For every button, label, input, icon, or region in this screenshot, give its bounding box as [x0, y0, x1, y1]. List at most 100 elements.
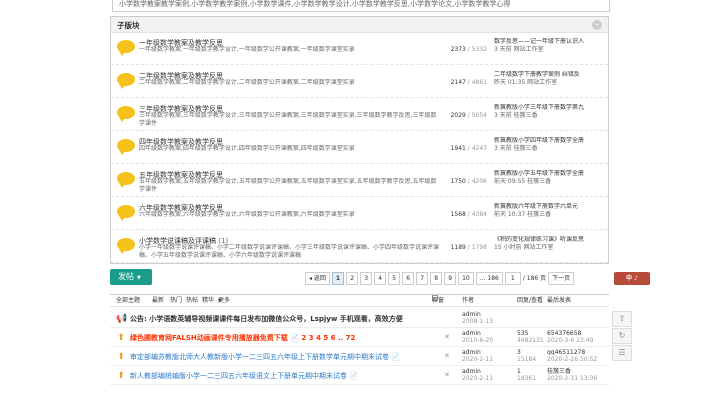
pagination: ◂ 返回 1 2 3 4 5 6 7 8 9 10... 186 1/ 186 页下一页 — [305, 272, 575, 286]
menu-icon[interactable]: ☰ — [612, 345, 632, 361]
post-date: 2008-1-13 — [462, 318, 494, 325]
filter-more-label: 更多 — [218, 297, 231, 304]
forum-last-post: 数学反思——记一年级下册认识人 3 天前 网站工作室 — [494, 38, 606, 54]
thread-row[interactable]: ⬆ 绿色圃教育网FALSH动画课件专用播放器免费下载 📄 2 3 4 5 6 ..… — [110, 329, 609, 347]
forum-stats: 1189 / 1798 — [447, 244, 487, 251]
filter-latest[interactable]: 最新 — [152, 295, 164, 307]
last-post-user[interactable]: 桂簇三香 — [514, 145, 538, 152]
close-icon[interactable]: ✕ — [444, 333, 450, 341]
page-link[interactable]: ... 186 — [475, 272, 503, 285]
filter-more[interactable]: 更多 ▾ — [218, 295, 230, 307]
forum-last-post: 《积的变化规律练习课》听课反思 15 小时前 网站工作室 — [494, 236, 606, 252]
filter-hottest[interactable]: 热帖 — [186, 295, 198, 307]
last-post-meta: 前天 09:55 桂簇三香 — [494, 178, 606, 186]
page-link[interactable]: 5 — [388, 272, 401, 285]
forum-threads: 1189 — [450, 244, 466, 251]
close-icon[interactable]: ✕ — [444, 352, 450, 360]
post-date: 2010-6-20 — [462, 337, 494, 344]
forum-description: 三年级数学教案,三年级数学教学设计,三年级数学公开课教案,三年级数学课堂实录,三… — [139, 112, 437, 127]
forum-bubble-icon — [117, 73, 135, 89]
last-post-user[interactable]: 桂簇三香 — [527, 178, 551, 185]
view-count: 15184 — [517, 356, 537, 363]
last-poster[interactable]: 桂簇三香 — [547, 368, 597, 375]
last-post-title[interactable]: 新冀教版小学三年级下册数学第九 — [494, 104, 606, 112]
last-post-time: 3 天前 — [494, 145, 512, 152]
forum-description: 六年级数学教案,六年级数学教学设计,六年级数学公开课教案,六年级数学课堂实录 — [139, 211, 355, 218]
next-page-button[interactable]: 下一页 — [548, 272, 575, 285]
last-post-user[interactable]: 网站工作室 — [523, 244, 553, 251]
author-name[interactable]: admin — [462, 349, 493, 356]
page-link[interactable]: 2 — [346, 272, 359, 285]
forum-posts: 1798 — [471, 244, 487, 251]
thread-title[interactable]: 新人教部编统编版小学一二三四五六年级语文上下册单元期中期末试卷 📄 — [130, 371, 358, 381]
last-post-title[interactable]: 新冀教版小学五年级下册数学全册 — [494, 170, 606, 178]
last-post-user[interactable]: 网站工作室 — [514, 46, 544, 53]
last-post-user[interactable]: 桂簇三香 — [514, 112, 538, 119]
forum-threads: 1941 — [450, 145, 466, 152]
forum-threads: 1750 — [450, 178, 466, 185]
page-link[interactable]: 3 — [360, 272, 373, 285]
forum-stats: 1568 / 4384 — [447, 211, 487, 218]
last-post-date[interactable]: 2020-2-11 13:36 — [547, 375, 597, 382]
col-author[interactable]: 作者 — [462, 295, 474, 307]
forum-description: 一年级数学教案,一年级数学教学设计,一年级数学公开课教案,一年级数学课堂实录 — [139, 46, 355, 53]
last-post-title[interactable]: 《积的变化规律练习课》听课反思 — [494, 236, 606, 244]
thread-author: admin 2008-1-13 — [462, 311, 493, 325]
page-link[interactable]: 10 — [458, 272, 474, 285]
language-toolbar[interactable]: 中 ♪ — [614, 272, 650, 285]
forum-description: 小学数学教案教学案例,小学数学教学案例,小学数学课件,小学数学教学设计,小学数学… — [112, 0, 610, 12]
last-post-title[interactable]: 数学反思——记一年级下册认识人 — [494, 38, 606, 46]
author-name[interactable]: admin — [462, 368, 493, 375]
last-post-date[interactable]: 2020-2-26 10:52 — [547, 356, 597, 363]
thread-title[interactable]: 公告: 小学语数英辅导视频课课件每日发布加微信公众号，Lspjyw 手机观看，高… — [130, 314, 403, 324]
forum-row[interactable]: 四年级数学教案及教学反思 四年级数学教案,四年级数学教学设计,四年级数学公开课教… — [111, 132, 608, 164]
pager-back[interactable]: ◂ 返回 — [305, 272, 330, 285]
filter-hot[interactable]: 热门 — [170, 295, 182, 307]
thread-row[interactable]: ⬆ 审定部编苏教版北师大人教新版小学一二三四五六年级上下册数学单元期中期末试卷 📄… — [110, 348, 609, 366]
forum-row[interactable]: 小学数学说课稿及评课稿 (1) 小学一年级数学说课评课稿、小学二年级数学说课评课稿… — [111, 231, 608, 263]
page-link[interactable]: 6 — [402, 272, 415, 285]
col-reply-view[interactable]: 回复/查看 — [517, 295, 543, 307]
author-name[interactable]: admin — [462, 311, 493, 318]
page-link[interactable]: 9 — [444, 272, 457, 285]
last-poster[interactable]: 654376658 — [547, 330, 593, 337]
page-link[interactable]: 8 — [430, 272, 443, 285]
thread-row[interactable]: 📢 公告: 小学语数英辅导视频课课件每日发布加微信公众号，Lspjyw 手机观看，… — [110, 310, 609, 328]
forum-posts: 4384 — [471, 211, 487, 218]
last-post-meta: 前天 10:37 桂簇三香 — [494, 211, 606, 219]
refresh-icon[interactable]: ↻ — [612, 328, 632, 344]
filter-digest[interactable]: 精华 — [202, 295, 214, 307]
back-to-top-icon[interactable]: ⇪ — [612, 311, 632, 327]
last-post-title[interactable]: 二年级数学下册教学案例 纠错反 — [494, 71, 606, 79]
forum-row[interactable]: 六年级数学教案及教学反思 六年级数学教案,六年级数学教学设计,六年级数学公开课教… — [111, 198, 608, 230]
close-icon[interactable]: ✕ — [444, 371, 450, 379]
last-post-user[interactable]: 网站工作室 — [527, 79, 557, 86]
forum-bubble-icon — [117, 172, 135, 188]
new-window-label: 新窗 — [432, 297, 445, 304]
new-post-button[interactable]: 发帖 ▼ — [110, 269, 152, 285]
last-post-date[interactable]: 2020-3-6 23:49 — [547, 337, 593, 344]
thread-counts: 1 18361 — [517, 368, 536, 382]
forum-row[interactable]: 三年级数学教案及教学反思 三年级数学教案,三年级数学教学设计,三年级数学公开课教… — [111, 99, 608, 131]
pinned-icon: ⬆ — [117, 333, 125, 343]
author-name[interactable]: admin — [462, 330, 493, 337]
thread-title[interactable]: 绿色圃教育网FALSH动画课件专用播放器免费下载 📄 2 3 4 5 6 .. … — [130, 333, 355, 343]
forum-row[interactable]: 二年级数学教案及教学反思 二年级数学教案,二年级数学教学设计,二年级数学公开课教… — [111, 66, 608, 98]
thread-row[interactable]: ⬆ 新人教部编统编版小学一二三四五六年级语文上下册单元期中期末试卷 📄 ✕ admin… — [110, 367, 609, 385]
forum-row[interactable]: 一年级数学教案及教学反思 一年级数学教案,一年级数学教学设计,一年级数学公开课教… — [111, 33, 608, 65]
col-last-post[interactable]: 最后发表 — [547, 295, 571, 307]
collapse-icon[interactable]: – — [592, 20, 602, 30]
last-post-meta: 3 天前 桂簇三香 — [494, 112, 606, 120]
page-input[interactable]: 1 — [504, 272, 521, 285]
forum-description: 四年级数学教案,四年级数学教学设计,四年级数学公开课教案,四年级数学课堂实录 — [139, 145, 355, 152]
last-post-user[interactable]: 桂簇三香 — [527, 211, 551, 218]
page-link[interactable]: 7 — [416, 272, 429, 285]
last-poster[interactable]: qq46511278 — [547, 349, 597, 356]
last-post-title[interactable]: 新冀教版六年级下册数学六单元 — [494, 203, 606, 211]
filter-all[interactable]: 全部主题 — [116, 295, 140, 307]
last-post-title[interactable]: 新冀教版小学四年级下册数学全册 — [494, 137, 606, 145]
thread-title[interactable]: 审定部编苏教版北师大人教新版小学一二三四五六年级上下册数学单元期中期末试卷 📄 — [130, 352, 400, 362]
page-link[interactable]: 4 — [374, 272, 387, 285]
page-link[interactable]: 1 — [331, 272, 345, 285]
forum-row[interactable]: 五年级数学教案及教学反思 五年级数学教案,五年级数学教学设计,五年级数学公开课教… — [111, 165, 608, 197]
